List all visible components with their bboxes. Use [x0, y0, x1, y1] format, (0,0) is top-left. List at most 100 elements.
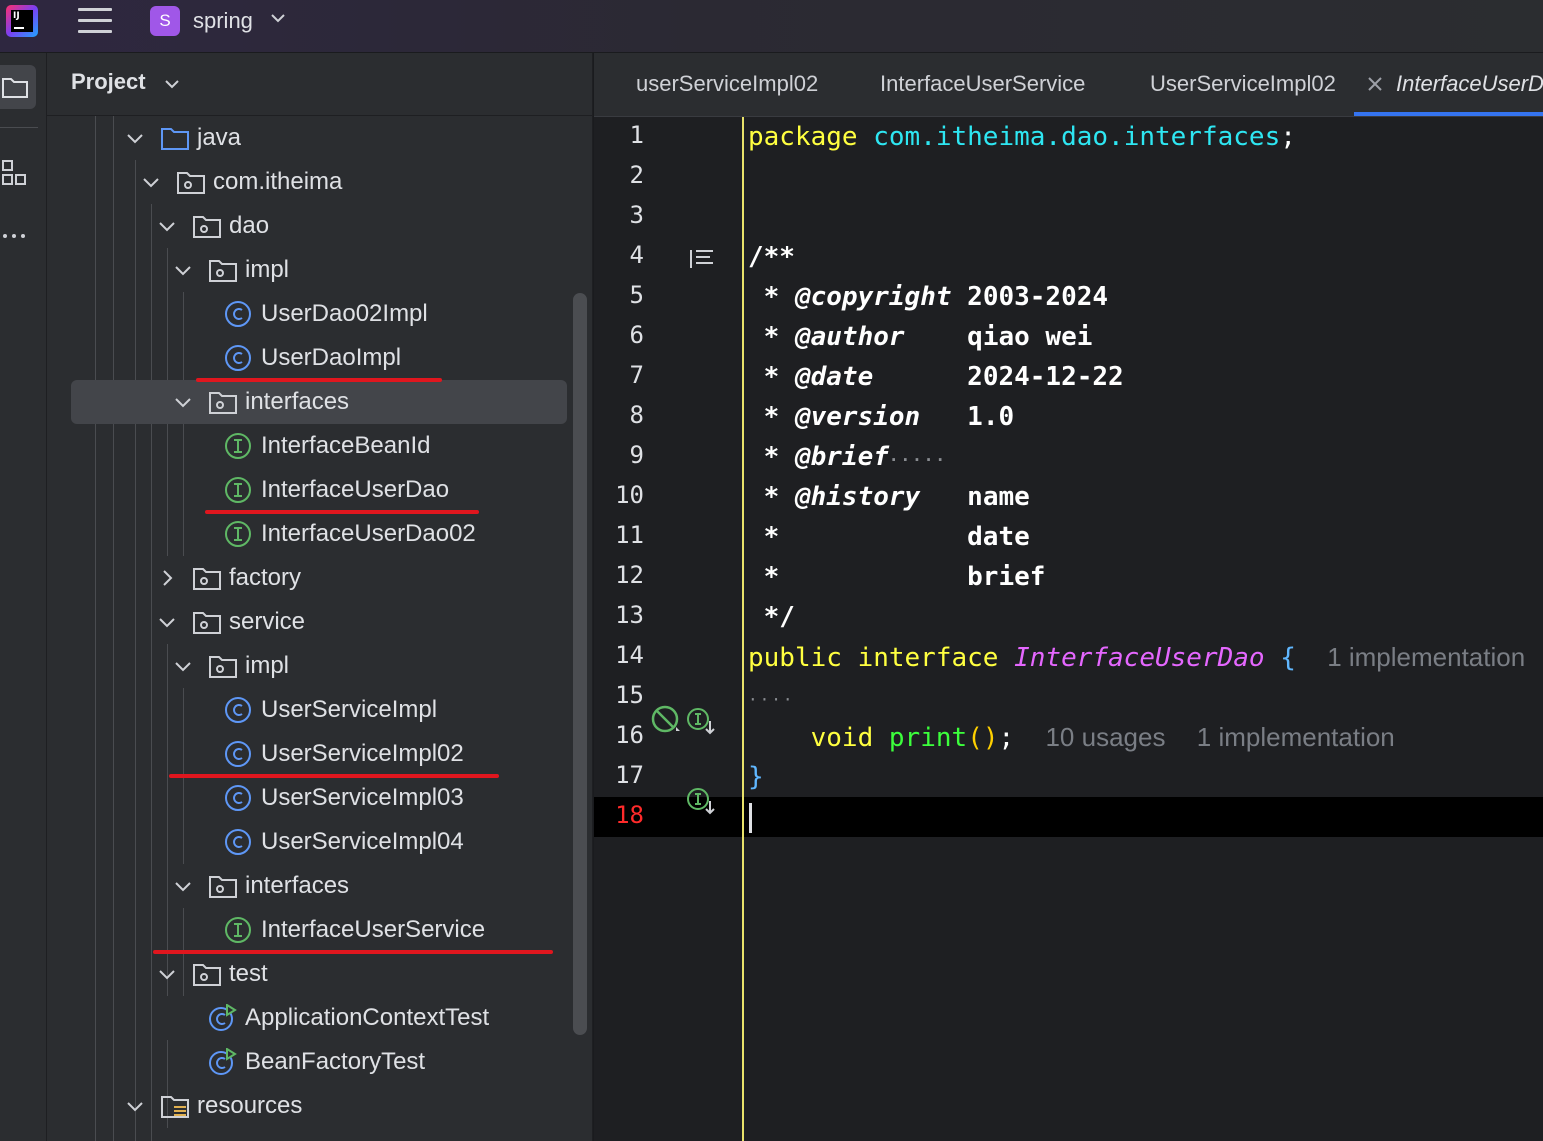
tree-item-label: BeanFactoryTest	[245, 1048, 426, 1075]
tab-userserviceimpl02[interactable]: UserServiceImpl02	[1150, 71, 1336, 97]
text-cursor	[749, 803, 752, 833]
tool-window-strip	[0, 53, 47, 1141]
chevron-down-icon[interactable]	[125, 1096, 145, 1116]
chevron-down-icon[interactable]	[157, 964, 177, 984]
panel-title[interactable]: Project	[71, 69, 146, 95]
line-number: 13	[615, 601, 644, 629]
tree-item-userserviceimpl03[interactable]: UserServiceImpl03	[47, 776, 592, 820]
package-icon	[209, 876, 237, 898]
tree-item-label: InterfaceUserService	[261, 916, 486, 943]
no-entry-icon[interactable]	[650, 705, 684, 735]
tree-item-dao[interactable]: dao	[47, 204, 592, 248]
intellij-logo-icon[interactable]: IJ	[6, 5, 38, 37]
code-line-14: public interface InterfaceUserDao { 1 im…	[748, 642, 1526, 673]
tree-item-label: dao	[229, 212, 270, 239]
chevron-down-icon[interactable]	[141, 172, 161, 192]
tree-item-label: UserDaoImpl	[261, 344, 402, 371]
tree-scrollbar[interactable]	[573, 293, 587, 1035]
tree-item-dao-interfaces[interactable]: interfaces	[47, 380, 592, 424]
structure-icon[interactable]	[2, 160, 28, 186]
implemented-method-icon[interactable]	[686, 787, 718, 817]
code-line-8: * @version 1.0	[748, 402, 1015, 432]
code-line-17: }	[748, 762, 764, 792]
chevron-down-icon[interactable]	[157, 612, 177, 632]
code-line-15: ····	[748, 690, 795, 709]
tree-item-label: com.itheima	[213, 168, 343, 195]
code-editor: userServiceImpl02 InterfaceUserService U…	[593, 53, 1543, 1141]
line-number: 15	[615, 681, 644, 709]
source-folder-icon	[161, 128, 189, 150]
code-line-6: * @author qiao wei	[748, 322, 1093, 352]
tree-item-interfaceuserservice[interactable]: InterfaceUserService	[47, 908, 592, 952]
code-area[interactable]: 1 2 3 4 5 6 7 8 9 10 11 12 13 14 15 16 1…	[594, 117, 1543, 1141]
tree-item-label: UserServiceImpl02	[261, 740, 464, 767]
chevron-down-icon[interactable]	[173, 876, 193, 896]
usages-hint[interactable]: 10 usages	[1045, 722, 1165, 752]
tree-item-userdaoimpl[interactable]: UserDaoImpl	[47, 336, 592, 380]
line-number: 3	[629, 201, 644, 229]
class-icon	[225, 345, 251, 371]
tree-item-interfaceuserdao[interactable]: InterfaceUserDao	[47, 468, 592, 512]
project-badge[interactable]: S	[150, 6, 180, 36]
tree-item-label: InterfaceUserDao02	[261, 520, 476, 547]
interface-icon	[225, 917, 251, 943]
tree-item-interfaceuserdao02[interactable]: InterfaceUserDao02	[47, 512, 592, 556]
current-line-highlight	[594, 797, 1543, 837]
tree-item-userserviceimpl[interactable]: UserServiceImpl	[47, 688, 592, 732]
class-icon	[225, 301, 251, 327]
implemented-interface-icon[interactable]	[686, 707, 718, 737]
tree-item-service[interactable]: service	[47, 600, 592, 644]
tab-userserviceimpl02-lower[interactable]: userServiceImpl02	[636, 71, 818, 97]
project-name[interactable]: spring	[193, 6, 253, 36]
main-menu-icon[interactable]	[78, 8, 112, 36]
chevron-down-icon[interactable]	[125, 128, 145, 148]
chevron-down-icon[interactable]	[173, 392, 193, 412]
tab-interfaceuserservice[interactable]: InterfaceUserService	[880, 71, 1085, 97]
folder-icon[interactable]	[2, 75, 28, 99]
tree-item-service-interfaces[interactable]: interfaces	[47, 864, 592, 908]
chevron-right-icon[interactable]	[157, 568, 177, 588]
tree-item-applicationcontexttest[interactable]: ApplicationContextTest	[47, 996, 592, 1040]
tree-item-label: resources	[197, 1092, 303, 1119]
implementations-hint[interactable]: 1 implementation	[1197, 722, 1395, 752]
close-icon[interactable]	[1366, 75, 1384, 93]
line-number: 6	[629, 321, 644, 349]
chevron-down-icon[interactable]	[268, 8, 288, 28]
tree-item-factory[interactable]: factory	[47, 556, 592, 600]
tree-item-test[interactable]: test	[47, 952, 592, 996]
more-icon[interactable]	[2, 231, 28, 241]
test-class-icon	[209, 1048, 237, 1075]
chevron-down-icon[interactable]	[162, 77, 182, 93]
code-line-9: * @brief·····	[748, 442, 948, 472]
tree-item-label: java	[197, 124, 242, 151]
implementations-hint[interactable]: 1 implementation	[1327, 642, 1525, 672]
reader-mode-icon[interactable]	[688, 247, 716, 271]
red-underline-annotation	[205, 510, 479, 514]
tree-item-com-itheima[interactable]: com.itheima	[47, 160, 592, 204]
tree-item-resources[interactable]: resources	[47, 1084, 592, 1128]
code-line-7: * @date 2024-12-22	[748, 362, 1124, 392]
class-icon	[225, 785, 251, 811]
tree-item-service-impl[interactable]: impl	[47, 644, 592, 688]
tree-item-beanfactorytest[interactable]: BeanFactoryTest	[47, 1040, 592, 1084]
chevron-down-icon[interactable]	[157, 216, 177, 236]
class-icon	[225, 697, 251, 723]
code-line-5: * @copyright 2003-2024	[748, 282, 1109, 312]
package-icon	[209, 392, 237, 414]
line-number: 12	[615, 561, 644, 589]
tree-item-userserviceimpl02[interactable]: UserServiceImpl02	[47, 732, 592, 776]
tree-item-label: interfaces	[245, 872, 350, 899]
line-number: 17	[615, 761, 644, 789]
tree-item-java[interactable]: java	[47, 116, 592, 160]
tab-interfaceuserdao[interactable]: InterfaceUserDao	[1396, 71, 1543, 97]
code-line-13: */	[748, 602, 795, 632]
chevron-down-icon[interactable]	[173, 656, 193, 676]
tree-item-dao-impl[interactable]: impl	[47, 248, 592, 292]
tree-item-userdao02impl[interactable]: UserDao02Impl	[47, 292, 592, 336]
code-line-1: package com.itheima.dao.interfaces;	[748, 122, 1296, 152]
package-icon	[193, 964, 221, 986]
tree-item-label: impl	[245, 256, 290, 283]
tree-item-interfacebeanid[interactable]: InterfaceBeanId	[47, 424, 592, 468]
tree-item-userserviceimpl04[interactable]: UserServiceImpl04	[47, 820, 592, 864]
chevron-down-icon[interactable]	[173, 260, 193, 280]
